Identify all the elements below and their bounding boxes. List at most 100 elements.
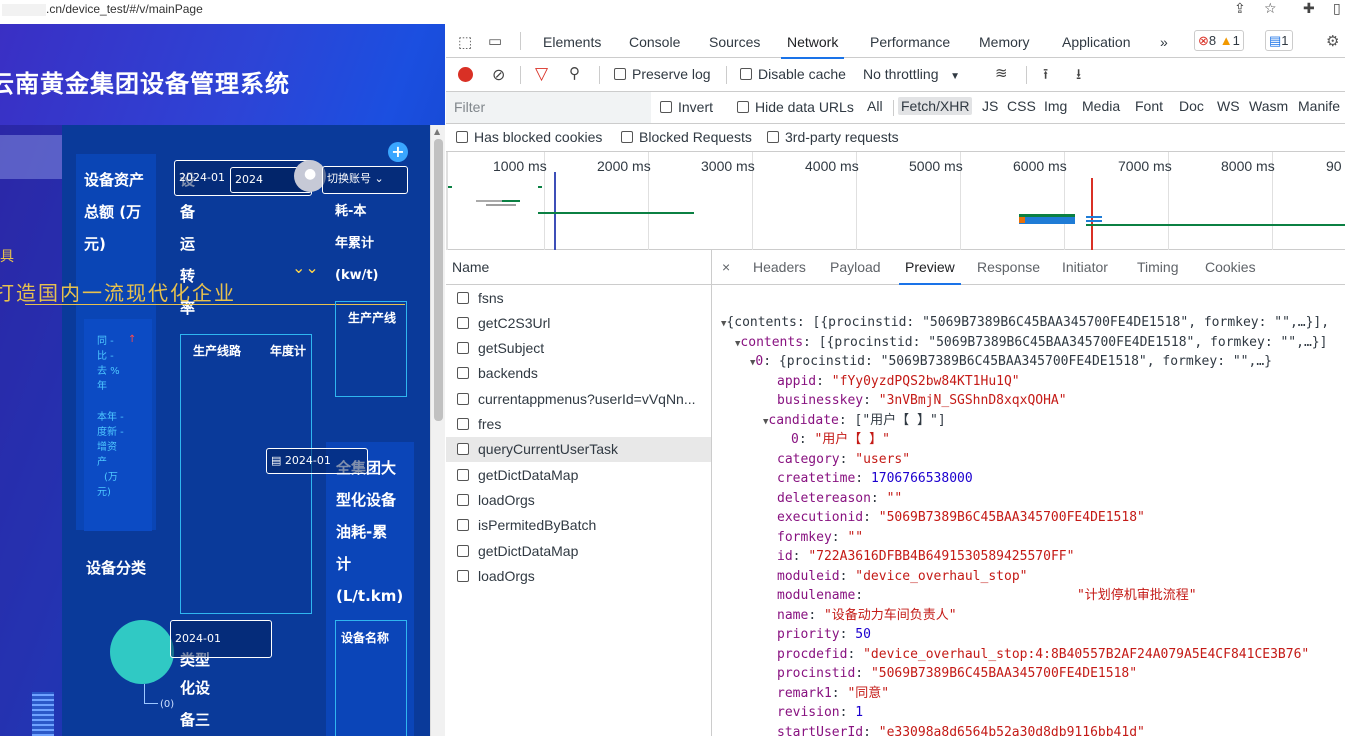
search-icon[interactable]: ⚲ <box>569 64 580 82</box>
has-blocked-cookies-checkbox[interactable]: Has blocked cookies <box>456 129 602 145</box>
clear-icon[interactable]: ⊘ <box>492 65 505 85</box>
tab-response[interactable]: Response <box>977 259 1040 275</box>
prod-line-frame <box>180 334 312 614</box>
request-row[interactable]: isPermitedByBatch <box>446 513 711 538</box>
scroll-up-icon[interactable]: ▲ <box>434 127 440 136</box>
tab-network[interactable]: Network <box>780 34 845 59</box>
scrollbar-thumb[interactable] <box>434 139 443 421</box>
tab-initiator[interactable]: Initiator <box>1062 259 1108 275</box>
message-count: 1 <box>1281 33 1289 48</box>
value: 1706766538000 <box>870 471 973 486</box>
tab-console[interactable]: Console <box>629 34 680 50</box>
col4-1: 耗-本 <box>335 204 367 219</box>
request-row[interactable]: getDictDataMap <box>446 539 711 564</box>
request-row[interactable]: loadOrgs <box>446 564 711 589</box>
disable-cache-checkbox[interactable]: Disable cache <box>740 66 846 82</box>
messages-badge[interactable]: ▤1 <box>1265 30 1293 51</box>
field-candidate[interactable]: ▼candidate: ["用户【 】"] <box>763 411 946 432</box>
share-icon[interactable]: ⇪ <box>1234 1 1246 17</box>
type-manifest[interactable]: Manife <box>1298 98 1340 114</box>
request-bar <box>476 200 502 202</box>
request-row[interactable]: loadOrgs <box>446 488 711 513</box>
blocked-requests-checkbox[interactable]: Blocked Requests <box>621 129 752 145</box>
date-picker-4[interactable]: 2024-01 <box>170 620 272 658</box>
request-row-selected[interactable]: queryCurrentUserTask <box>446 437 711 462</box>
type-fetch-xhr[interactable]: Fetch/XHR <box>898 97 973 115</box>
request-row[interactable]: currentappmenus?userId=vVqNn... <box>446 387 711 412</box>
export-har-icon[interactable]: ⭳ <box>1076 64 1081 89</box>
preview-contents[interactable]: ▼contents: [{procinstid: "5069B7389B6C45… <box>735 333 1327 354</box>
type-all[interactable]: All <box>867 98 883 114</box>
network-conditions-icon[interactable]: ≋ <box>995 64 1008 82</box>
type-js[interactable]: JS <box>982 98 998 114</box>
import-har-icon[interactable]: ⭱ <box>1043 64 1048 89</box>
bottom-2: 备三 <box>180 711 211 729</box>
type-media[interactable]: Media <box>1082 98 1120 114</box>
blocked-requests-label: Blocked Requests <box>639 129 752 145</box>
type-wasm[interactable]: Wasm <box>1249 98 1288 114</box>
value: "" <box>886 491 903 506</box>
tab-elements[interactable]: Elements <box>543 34 601 50</box>
request-name: loadOrgs <box>478 492 535 508</box>
preview-root[interactable]: ▼{contents: [{procinstid: "5069B7389B6C4… <box>721 313 1329 334</box>
date-picker-3[interactable]: ▤ 2024-01 <box>266 448 368 474</box>
inspect-element-icon[interactable]: ⬚ <box>458 33 472 51</box>
zoom-in-icon[interactable]: + <box>388 142 408 162</box>
tab-payload[interactable]: Payload <box>830 259 881 275</box>
category-label: 设备分类 <box>86 559 147 577</box>
tick-label: 8000 ms <box>1221 158 1275 174</box>
type-css[interactable]: CSS <box>1007 98 1036 114</box>
browser-address-bar[interactable]: .cn/device_test/#/v/mainPage ⇪ ☆ ✚ ▯ <box>0 0 1345 24</box>
preserve-log-checkbox[interactable]: Preserve log <box>614 66 711 82</box>
request-row[interactable]: getSubject <box>446 336 711 361</box>
page-scrollbar[interactable]: ▲ <box>430 125 445 736</box>
tick-label: 90 <box>1326 158 1342 174</box>
preview-item-0[interactable]: ▼0: {procinstid: "5069B7389B6C45BAA34570… <box>750 352 1272 373</box>
throttling-select[interactable]: No throttling ▼ <box>863 66 960 82</box>
switch-account-button[interactable]: 切换账号 ⌄ <box>322 166 408 194</box>
request-row[interactable]: getC2S3Url <box>446 311 711 336</box>
new-5: (万 <box>104 472 118 483</box>
tab-preview[interactable]: Preview <box>899 259 961 285</box>
tab-memory[interactable]: Memory <box>979 34 1030 50</box>
more-tabs-button[interactable]: » <box>1160 34 1168 50</box>
tab-performance[interactable]: Performance <box>870 34 950 50</box>
filter-placeholder: Filter <box>454 99 486 115</box>
name-column-header[interactable]: Name <box>446 250 712 285</box>
settings-gear-icon[interactable]: ⚙ <box>1326 32 1339 50</box>
third-party-checkbox[interactable]: 3rd-party requests <box>767 129 899 145</box>
sidepanel-icon[interactable]: ▯ <box>1333 1 1341 17</box>
type-img[interactable]: Img <box>1044 98 1067 114</box>
network-timeline[interactable]: 1000 ms 2000 ms 3000 ms 4000 ms 5000 ms … <box>446 152 1345 250</box>
tab-sources[interactable]: Sources <box>709 34 760 50</box>
value: "设备动力车间负责人" <box>823 608 957 623</box>
type-ws[interactable]: WS <box>1217 98 1240 114</box>
type-doc[interactable]: Doc <box>1179 98 1204 114</box>
request-row[interactable]: fsns <box>446 286 711 311</box>
value: "3nVBmjN_SGShnD8xqxQOHA" <box>878 393 1067 408</box>
tab-cookies[interactable]: Cookies <box>1205 259 1256 275</box>
filter-icon[interactable]: ▽ <box>535 64 548 84</box>
key: businesskey <box>777 393 864 408</box>
record-icon[interactable] <box>458 67 473 82</box>
url-text[interactable]: .cn/device_test/#/v/mainPage <box>2 2 203 16</box>
issues-badge[interactable]: ⊗8 ▲1 <box>1194 30 1244 51</box>
type-font[interactable]: Font <box>1135 98 1163 114</box>
device-toolbar-icon[interactable]: ▭ <box>488 32 502 50</box>
request-row[interactable]: backends <box>446 361 711 386</box>
left-nav-tab[interactable] <box>0 135 62 179</box>
hide-data-urls-checkbox[interactable]: Hide data URLs <box>737 99 854 115</box>
bookmark-star-icon[interactable]: ☆ <box>1264 1 1277 17</box>
tab-headers[interactable]: Headers <box>753 259 806 275</box>
chevron-down-icon: ⌄ <box>374 172 384 185</box>
invert-checkbox[interactable]: Invert <box>660 99 713 115</box>
request-row[interactable]: getDictDataMap <box>446 463 711 488</box>
tab-timing[interactable]: Timing <box>1137 259 1179 275</box>
tab-application[interactable]: Application <box>1062 34 1131 50</box>
filter-input[interactable]: Filter <box>446 92 651 123</box>
request-row[interactable]: fres <box>446 412 711 437</box>
close-detail-icon[interactable]: × <box>722 259 730 275</box>
extensions-icon[interactable]: ✚ <box>1303 1 1315 17</box>
col4-2: 年累计 <box>335 236 375 251</box>
key: remark1 <box>777 686 832 701</box>
